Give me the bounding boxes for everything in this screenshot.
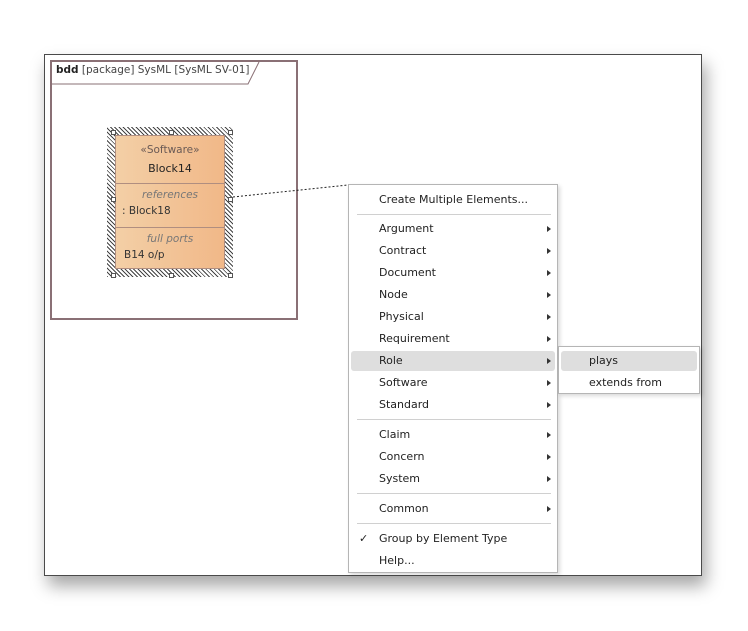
submenu-item-extends-from[interactable]: extends from [561,373,697,393]
resize-handle[interactable] [228,130,233,135]
compartment-title: references [141,189,199,201]
block-stereotype: «Software» [140,144,200,156]
chevron-right-icon [547,402,551,408]
menu-item-physical[interactable]: Physical [351,307,555,327]
menu-item-system[interactable]: System [351,469,555,489]
menu-item-label: Common [379,502,429,515]
menu-item-contract[interactable]: Contract [351,241,555,261]
menu-item-label: Node [379,288,408,301]
resize-handle[interactable] [169,273,174,278]
menu-item-role[interactable]: Role [351,351,555,371]
chevron-right-icon [547,476,551,482]
resize-handle[interactable] [111,273,116,278]
resize-handle[interactable] [111,130,116,135]
menu-item-help[interactable]: Help... [351,551,555,571]
full-ports-compartment: full ports B14 o/p [116,227,224,269]
chevron-right-icon [547,248,551,254]
menu-item-label: Concern [379,450,425,463]
block-element[interactable]: «Software» Block14 references : Block18 … [115,135,225,269]
role-submenu: plays extends from [558,346,700,394]
compartment-title: full ports [146,233,194,245]
chevron-right-icon [547,358,551,364]
chevron-right-icon [547,432,551,438]
chevron-right-icon [547,270,551,276]
menu-item-standard[interactable]: Standard [351,395,555,415]
resize-handle[interactable] [111,197,116,202]
menu-item-argument[interactable]: Argument [351,219,555,239]
menu-item-label: Requirement [379,332,450,345]
block-name: Block14 [148,162,192,175]
chevron-right-icon [547,314,551,320]
chevron-right-icon [547,380,551,386]
resize-handle[interactable] [169,130,174,135]
chevron-right-icon [547,506,551,512]
submenu-item-plays[interactable]: plays [561,351,697,371]
checkmark-icon: ✓ [359,532,369,545]
menu-item-label: Role [379,354,403,367]
menu-item-label: Software [379,376,428,389]
menu-item-software[interactable]: Software [351,373,555,393]
chevron-right-icon [547,336,551,342]
menu-separator [357,493,551,494]
menu-item-label: System [379,472,421,485]
menu-item-document[interactable]: Document [351,263,555,283]
menu-item-label: Group by Element Type [379,532,508,545]
menu-item-label: Standard [379,398,430,411]
references-compartment: references : Block18 [116,183,224,228]
chevron-right-icon [547,292,551,298]
menu-separator [357,214,551,215]
menu-item-group-by-type[interactable]: ✓ Group by Element Type [351,529,555,549]
menu-item-common[interactable]: Common [351,499,555,519]
resize-handle[interactable] [228,273,233,278]
menu-item-requirement[interactable]: Requirement [351,329,555,349]
menu-item-claim[interactable]: Claim [351,425,555,445]
menu-item-label: Contract [379,244,427,257]
menu-item-concern[interactable]: Concern [351,447,555,467]
block-header: «Software» Block14 [116,136,224,184]
context-menu: Create Multiple Elements... Argument Con… [348,184,558,573]
menu-separator [357,523,551,524]
menu-item-create-multiple[interactable]: Create Multiple Elements... [351,190,555,210]
resize-handle[interactable] [228,197,233,202]
chevron-right-icon [547,226,551,232]
compartment-item: : Block18 [122,205,171,217]
menu-item-label: Physical [379,310,424,323]
menu-separator [357,419,551,420]
menu-item-label: Claim [379,428,411,441]
menu-item-label: Document [379,266,436,279]
menu-item-node[interactable]: Node [351,285,555,305]
menu-item-label: Argument [379,222,434,235]
compartment-item: B14 o/p [124,249,165,261]
chevron-right-icon [547,454,551,460]
